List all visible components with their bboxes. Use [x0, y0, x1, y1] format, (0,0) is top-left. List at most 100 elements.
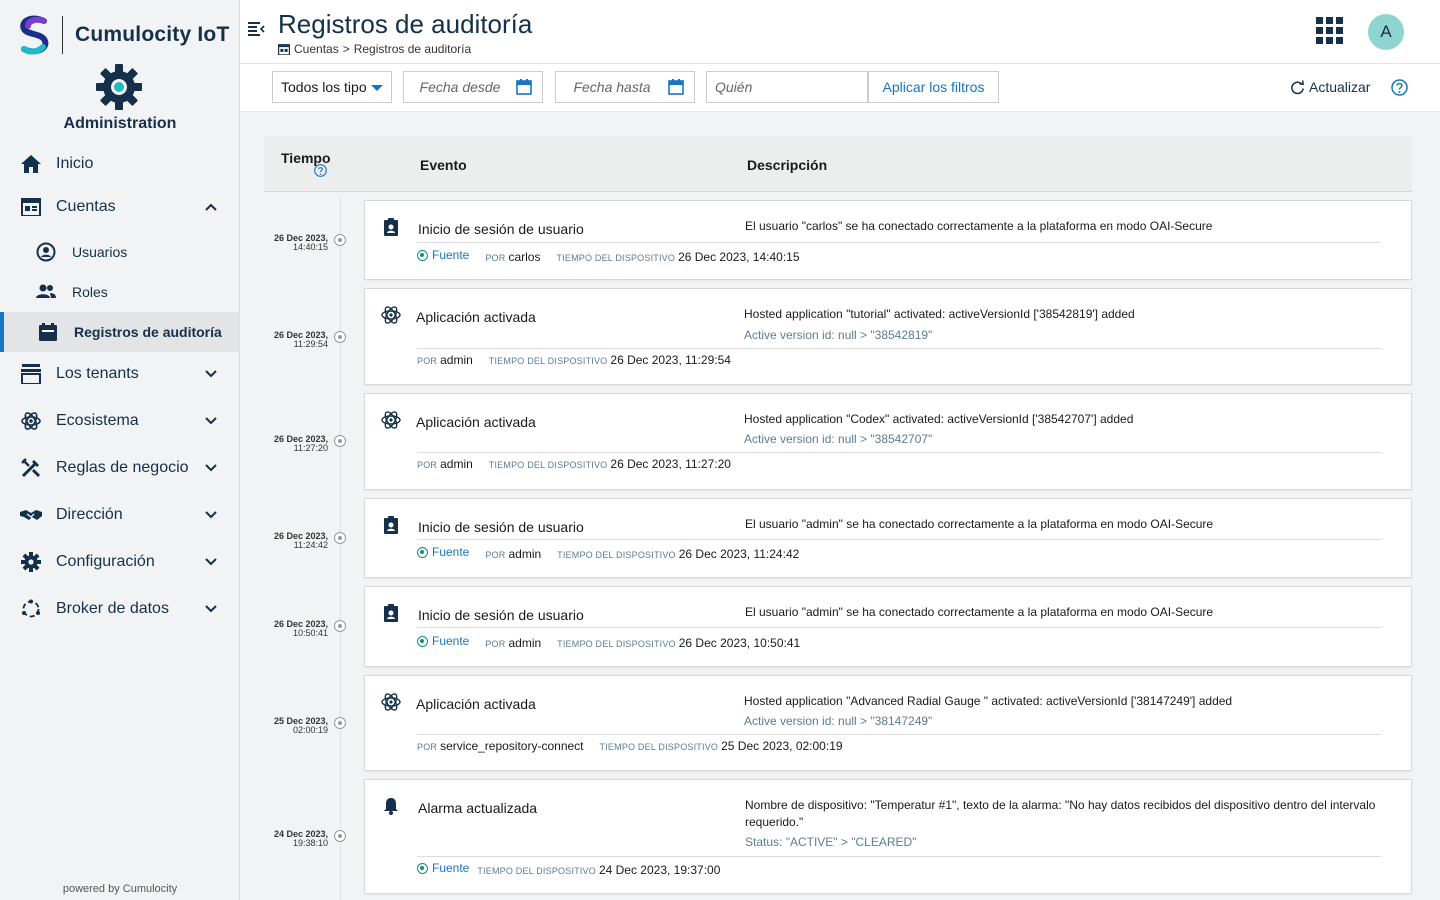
audit-entry[interactable]: Alarma actualizada Nombre de dispositivo… [364, 779, 1412, 894]
separator [417, 856, 1381, 857]
date-from-input[interactable]: Fecha desde [403, 71, 543, 103]
separator [417, 539, 1381, 540]
chevron-down-icon [205, 605, 217, 613]
chevron-down-icon [205, 511, 217, 519]
bell-icon [384, 798, 398, 815]
audit-entry[interactable]: Inicio de sesión de usuario El usuario "… [364, 498, 1412, 578]
nav-audit-logs[interactable]: Registros de auditoría [0, 312, 239, 352]
row-timestamp: 26 Dec 2023, 11:29:54 [264, 331, 328, 349]
table-header: Tiempo Evento Descripción [264, 136, 1412, 192]
nav-roles[interactable]: Roles [0, 272, 239, 312]
source-icon [417, 249, 428, 261]
chevron-up-icon [205, 203, 217, 211]
nav-ecosystem[interactable]: Ecosistema [0, 401, 239, 441]
brand-divider [62, 16, 63, 54]
help-icon[interactable] [314, 164, 327, 177]
row-timestamp: 26 Dec 2023, 14:40:15 [264, 234, 328, 252]
calendar-icon[interactable] [668, 79, 684, 95]
device-time-label: TIEMPO DEL DISPOSITIVO [477, 865, 596, 876]
app-switcher-icon[interactable] [1316, 17, 1343, 44]
by-label: POR [417, 460, 438, 470]
timeline-dot [334, 331, 346, 343]
menu-toggle-icon[interactable] [248, 20, 266, 38]
audit-entry[interactable]: Aplicación activada Hosted application "… [364, 675, 1412, 771]
timeline-dot [334, 717, 346, 729]
nav-management[interactable]: Dirección [0, 495, 239, 535]
nav-home-label: Inicio [56, 155, 94, 172]
nav-audit-label: Registros de auditoría [74, 324, 222, 340]
row-timestamp: 26 Dec 2023, 10:50:41 [264, 620, 328, 638]
gear-icon [20, 551, 42, 573]
audit-entry[interactable]: Aplicación activada Hosted application "… [364, 393, 1412, 490]
who-input[interactable]: Quién [706, 71, 868, 103]
source-link[interactable]: Fuente [417, 248, 469, 262]
event-user: admin [508, 635, 542, 650]
row-time: 11:24:42 [293, 540, 328, 550]
event-description: El usuario "admin" se ha conectado corre… [745, 605, 1214, 619]
nav-settings[interactable]: Configuración [0, 542, 239, 582]
type-filter-value: Todos los tipo [281, 79, 367, 95]
refresh-label: Actualizar [1309, 79, 1371, 95]
type-filter-select[interactable]: Todos los tipo [272, 71, 392, 103]
event-description: Hosted application "tutorial" activated:… [744, 307, 1135, 321]
powered-by: powered by Cumulocity [62, 883, 178, 895]
apply-filters-button[interactable]: Aplicar los filtros [868, 71, 999, 103]
source-label: Fuente [432, 634, 470, 648]
event-title: Inicio de sesión de usuario [418, 221, 584, 237]
filter-bar: Todos los tipo Fecha desde Fecha hasta Q… [240, 64, 1440, 112]
chevron-down-icon [205, 370, 217, 378]
refresh-button[interactable]: Actualizar [1290, 79, 1370, 95]
row-timestamp: 26 Dec 2023, 11:24:42 [264, 532, 328, 550]
row-timestamp: 26 Dec 2023, 11:27:20 [264, 435, 328, 453]
event-description: El usuario "admin" se ha conectado corre… [745, 517, 1214, 531]
breadcrumb: Cuentas > Registros de auditoría [278, 42, 471, 56]
nav-business-rules[interactable]: Reglas de negocio [0, 448, 239, 488]
who-placeholder: Quién [715, 79, 753, 95]
audit-log-list: Tiempo Evento Descripción 26 Dec 2023, 1… [264, 136, 1412, 900]
by-label: POR [485, 252, 506, 263]
nav-tenants[interactable]: Los tenants [0, 354, 239, 394]
nav-business-rules-label: Reglas de negocio [56, 459, 189, 476]
nav-settings-label: Configuración [56, 553, 155, 570]
device-time-value: 26 Dec 2023, 11:24:42 [678, 546, 800, 561]
column-description: Descripción [747, 157, 828, 173]
audit-entry[interactable]: Inicio de sesión de usuario El usuario "… [364, 200, 1412, 280]
breadcrumb-parent[interactable]: Cuentas [294, 42, 339, 56]
nav-data-broker[interactable]: Broker de datos [0, 589, 239, 629]
brand-name: Cumulocity IoT [75, 23, 230, 46]
cumulocity-logo-icon [20, 15, 49, 55]
row-time: 02:00:19 [292, 725, 328, 735]
nav-home[interactable]: Inicio [0, 144, 239, 184]
event-meta: POR service_repository-connect TIEMPO DEL… [417, 739, 859, 753]
calendar-icon[interactable] [516, 79, 532, 95]
help-icon[interactable] [1391, 79, 1408, 96]
header: Registros de auditoría Cuentas > Registr… [240, 0, 1440, 64]
event-meta: Fuente TIEMPO DEL DISPOSITIVO 24 Dec 2023… [417, 861, 736, 877]
nav-users[interactable]: Usuarios [0, 232, 239, 272]
user-login-icon [384, 604, 398, 622]
date-to-input[interactable]: Fecha hasta [555, 71, 695, 103]
caret-down-icon [371, 85, 383, 91]
source-link[interactable]: Fuente [417, 634, 469, 648]
by-label: POR [417, 742, 438, 752]
by-label: POR [485, 638, 506, 649]
audit-entry[interactable]: Inicio de sesión de usuario El usuario "… [364, 586, 1412, 667]
event-meta: Fuente POR admin TIEMPO DEL DISPOSITIVO 26… [417, 634, 816, 650]
source-link[interactable]: Fuente [417, 861, 469, 875]
source-link[interactable]: Fuente [417, 545, 469, 559]
handshake-icon [20, 504, 42, 526]
nav-accounts[interactable]: Cuentas [0, 187, 239, 227]
column-event: Evento [420, 157, 467, 173]
audit-entry[interactable]: Aplicación activada Hosted application "… [364, 288, 1412, 385]
timeline-dot [334, 620, 346, 632]
timeline-line [340, 196, 341, 900]
accounts-icon [278, 43, 290, 55]
row-time: 11:27:20 [293, 443, 328, 453]
event-change: Status: "ACTIVE" > "CLEARED" [745, 835, 917, 849]
separator [417, 348, 1381, 349]
gear-icon [96, 64, 142, 110]
home-icon [20, 153, 42, 175]
by-label: POR [485, 549, 506, 560]
user-avatar[interactable]: A [1368, 14, 1404, 50]
event-title: Aplicación activada [416, 414, 536, 430]
